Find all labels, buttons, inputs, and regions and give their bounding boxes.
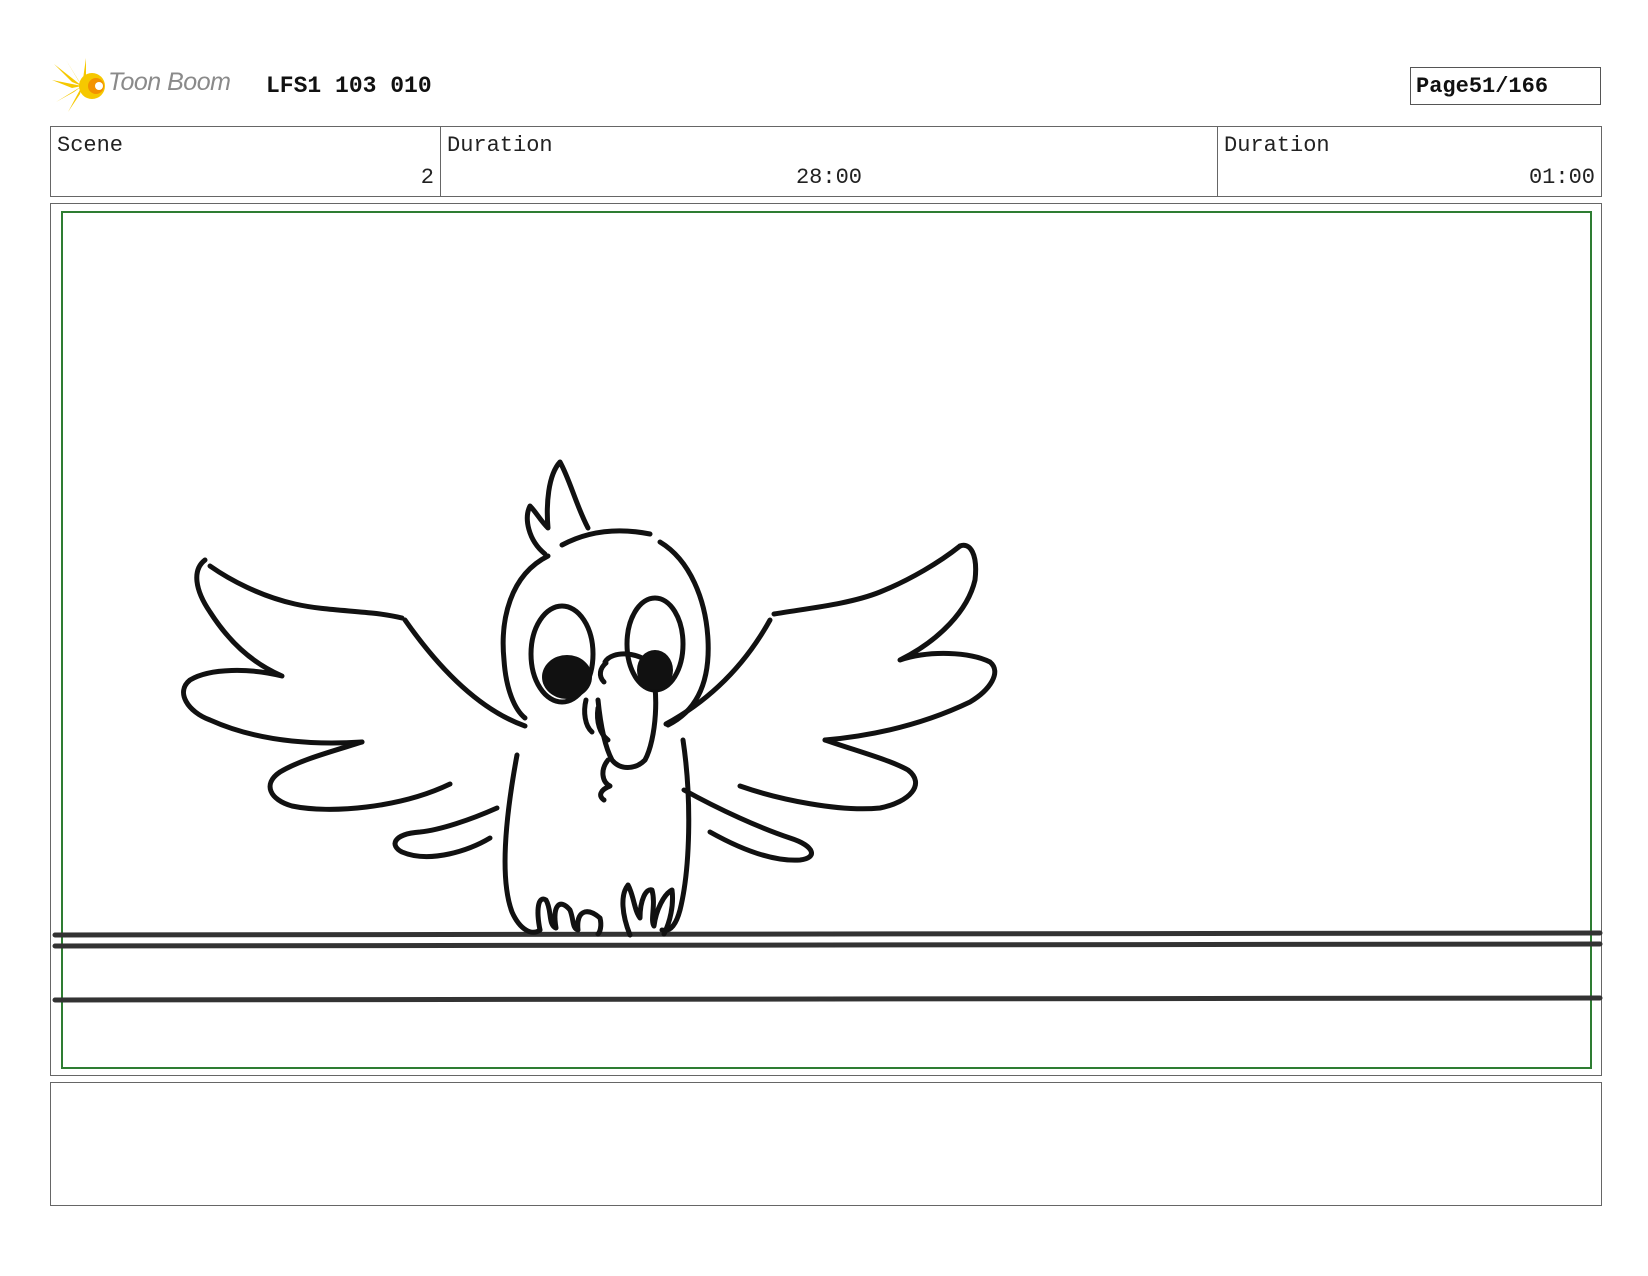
duration-label: Duration <box>447 133 553 158</box>
page-indicator: Page 51/166 <box>1410 67 1601 105</box>
panel-duration-cell: Duration 01:00 <box>1217 127 1601 196</box>
page-label: Page <box>1416 73 1469 99</box>
toon-boom-logo: Toon Boom <box>52 58 252 114</box>
scene-label: Scene <box>57 133 124 158</box>
scene-value: 2 <box>420 165 434 190</box>
duration-value: 28:00 <box>795 165 862 190</box>
duration-cell: Duration 28:00 <box>440 127 1217 196</box>
project-id: LFS1 103 010 <box>266 73 432 99</box>
panel-duration-label: Duration <box>1224 133 1330 158</box>
scene-cell: Scene 2 <box>51 127 440 196</box>
panel-duration-value: 01:00 <box>1528 165 1595 190</box>
toon-boom-starburst-icon <box>52 58 105 112</box>
page-number: 51/166 <box>1468 73 1549 99</box>
logo-wordmark: Toon Boom <box>108 68 231 96</box>
safe-frame <box>61 211 1592 1069</box>
panel-notes <box>50 1082 1602 1206</box>
scene-info-row: Scene 2 Duration 28:00 Duration 01:00 <box>50 126 1602 197</box>
